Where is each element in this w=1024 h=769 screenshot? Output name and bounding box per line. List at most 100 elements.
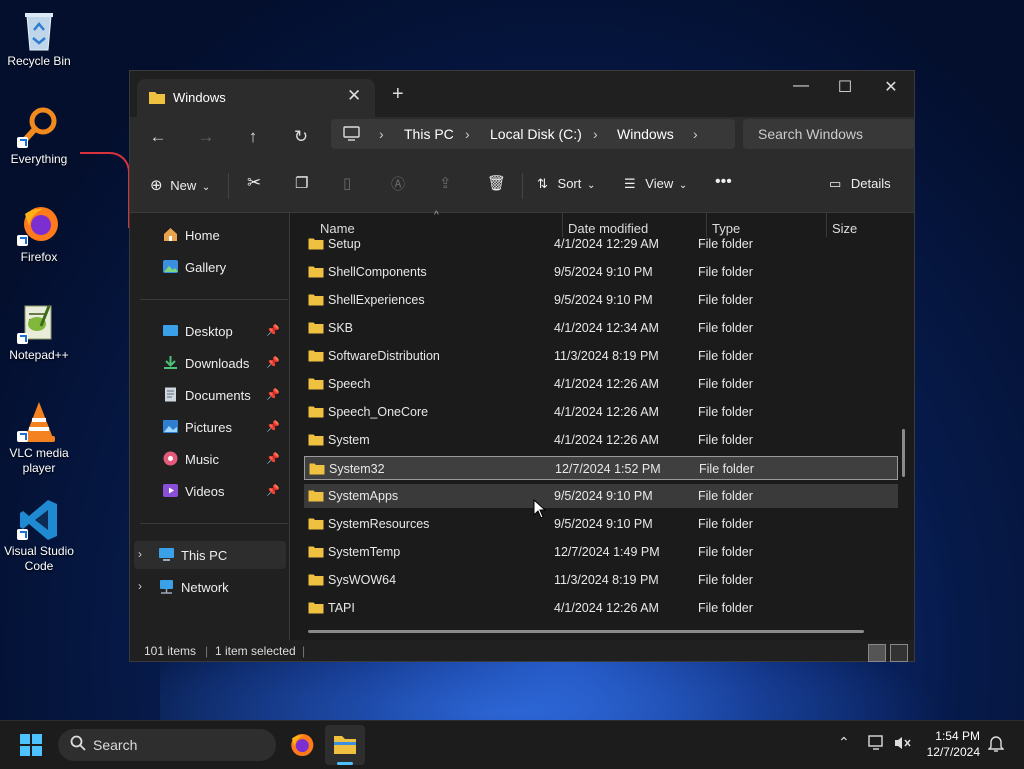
close-window-icon[interactable]: ✕ — [876, 77, 906, 97]
navigation-pane: Home Gallery Desktop 📌 Downloads 📌 Docum… — [130, 213, 290, 640]
search-box[interactable]: Search Windows — [743, 119, 915, 149]
back-arrow-icon[interactable]: ← — [146, 127, 170, 147]
breadcrumb-item[interactable]: Windows — [617, 126, 674, 142]
desktop-icon-recycle-bin[interactable]: Recycle Bin — [2, 8, 76, 69]
view-button[interactable]: ☰ View ⌄ — [624, 176, 687, 192]
copy-icon[interactable]: ❐ — [295, 174, 308, 192]
sidebar-item-music[interactable]: Music 📌 — [138, 445, 286, 473]
mouse-cursor-icon — [533, 498, 547, 524]
details-view-icon[interactable] — [868, 644, 886, 662]
file-name: Setup — [328, 237, 361, 251]
sidebar-item-gallery[interactable]: Gallery — [138, 253, 286, 281]
pin-icon[interactable]: 📌 — [266, 324, 280, 337]
desktop-icon-label: Recycle Bin — [7, 54, 71, 68]
desktop-icon-label: Firefox — [20, 250, 58, 264]
table-row[interactable]: System32 12/7/2024 1:52 PM File folder — [304, 456, 898, 480]
table-row[interactable]: SystemTemp 12/7/2024 1:49 PM File folder — [304, 540, 898, 564]
table-row[interactable]: SystemApps 9/5/2024 9:10 PM File folder — [304, 484, 898, 508]
share-icon[interactable]: ⇪ — [439, 174, 452, 192]
windows-start-icon[interactable] — [20, 734, 42, 761]
breadcrumb-item[interactable]: This PC — [404, 126, 454, 142]
table-row[interactable]: Speech_OneCore 4/1/2024 12:26 AM File fold… — [304, 400, 898, 424]
rename-icon[interactable]: Ⓐ — [391, 174, 405, 194]
sidebar-item-downloads[interactable]: Downloads 📌 — [138, 349, 286, 377]
tiles-view-icon[interactable] — [890, 644, 908, 662]
firefox-icon[interactable] — [288, 732, 314, 763]
folder-icon — [148, 90, 166, 110]
notepad-plus-plus-icon — [17, 302, 59, 344]
chevron-up-icon[interactable]: ⌃ — [838, 734, 850, 751]
close-tab-icon[interactable]: ✕ — [347, 86, 361, 106]
file-explorer-taskbar-button[interactable] — [325, 725, 365, 765]
table-row[interactable]: SoftwareDistribution 11/3/2024 8:19 PM Fil… — [304, 344, 898, 368]
table-row[interactable]: System 4/1/2024 12:26 AM File folder — [304, 428, 898, 452]
table-row[interactable]: TAPI 4/1/2024 12:26 AM File folder — [304, 596, 898, 620]
paste-icon[interactable]: ▯ — [343, 174, 351, 192]
desktop-icon-vlc[interactable]: VLC media player — [2, 400, 76, 476]
pin-icon[interactable]: 📌 — [266, 452, 280, 465]
table-row[interactable]: SKB 4/1/2024 12:34 AM File folder — [304, 316, 898, 340]
file-type: File folder — [698, 573, 753, 587]
table-row[interactable]: SysWOW64 11/3/2024 8:19 PM File folder — [304, 568, 898, 592]
refresh-icon[interactable]: ↻ — [289, 127, 313, 147]
more-options-icon[interactable]: ••• — [715, 173, 732, 191]
selection-count: 1 item selected — [215, 644, 296, 658]
date-modified: 11/3/2024 8:19 PM — [554, 349, 659, 363]
sidebar-item-videos[interactable]: Videos 📌 — [138, 477, 286, 505]
new-button[interactable]: ⊕ New ⌄ — [150, 176, 210, 194]
taskbar-search[interactable]: Search — [58, 729, 276, 761]
network-status-icon[interactable] — [868, 735, 886, 756]
desktop-icon-everything[interactable]: Everything — [2, 106, 76, 167]
divider — [140, 299, 288, 300]
chevron-right-icon: › — [693, 126, 698, 142]
up-arrow-icon[interactable]: ↑ — [241, 127, 265, 147]
details-button[interactable]: ▭ Details — [829, 176, 891, 192]
sidebar-item-network[interactable]: › Network — [134, 573, 286, 601]
pin-icon[interactable]: 📌 — [266, 484, 280, 497]
folder-icon — [309, 462, 325, 478]
vertical-scrollbar[interactable] — [902, 429, 905, 477]
pin-icon[interactable]: 📌 — [266, 356, 280, 369]
file-explorer-window: Windows ✕ + — ☐ ✕ ← → ↑ ↻ › This PC › Lo… — [129, 70, 915, 662]
folder-icon — [308, 545, 324, 561]
folder-icon — [308, 293, 324, 309]
maximize-icon[interactable]: ☐ — [830, 77, 860, 97]
sidebar-item-label: Videos — [185, 484, 225, 499]
sidebar-item-desktop[interactable]: Desktop 📌 — [138, 317, 286, 345]
file-type: File folder — [698, 265, 753, 279]
sidebar-item-pictures[interactable]: Pictures 📌 — [138, 413, 286, 441]
sidebar-item-home[interactable]: Home — [138, 221, 286, 249]
folder-icon — [308, 377, 324, 393]
chevron-right-icon[interactable]: › — [138, 547, 142, 561]
desktop-icon-firefox[interactable]: Firefox — [2, 204, 76, 265]
table-row[interactable]: ShellExperiences 9/5/2024 9:10 PM File fol… — [304, 288, 898, 312]
sidebar-item-label: Gallery — [185, 260, 227, 275]
volume-muted-icon[interactable] — [894, 735, 912, 756]
sort-button[interactable]: ⇅ Sort ⌄ — [537, 176, 595, 192]
table-row[interactable]: ShellComponents 9/5/2024 9:10 PM File fold… — [304, 260, 898, 284]
forward-arrow-icon[interactable]: → — [194, 127, 218, 147]
new-tab-icon[interactable]: + — [392, 83, 404, 106]
pin-icon[interactable]: 📌 — [266, 420, 280, 433]
date-modified: 9/5/2024 9:10 PM — [554, 293, 653, 307]
pin-icon[interactable]: 📌 — [266, 388, 280, 401]
notification-bell-icon[interactable] — [987, 735, 1005, 758]
clock-time[interactable]: 1:54 PM — [912, 729, 980, 743]
address-bar[interactable]: › This PC › Local Disk (C:) › Windows › — [331, 119, 735, 149]
breadcrumb-item[interactable]: Local Disk (C:) — [490, 126, 582, 142]
file-name: System — [328, 433, 370, 447]
tab-windows[interactable]: Windows ✕ — [137, 79, 375, 117]
desktop-icon-vscode[interactable]: Visual Studio Code — [2, 498, 76, 574]
delete-icon[interactable]: 🗑 — [487, 174, 506, 192]
table-row[interactable]: SystemResources 9/5/2024 9:10 PM File fold… — [304, 512, 898, 536]
chevron-right-icon[interactable]: › — [138, 579, 142, 593]
horizontal-scrollbar[interactable] — [308, 630, 864, 633]
cut-icon[interactable]: ✂ — [247, 173, 261, 193]
minimize-icon[interactable]: — — [786, 77, 816, 95]
table-row[interactable]: Setup 4/1/2024 12:29 AM File folder — [304, 232, 898, 256]
desktop-icon-notepadpp[interactable]: Notepad++ — [2, 302, 76, 363]
table-row[interactable]: Speech 4/1/2024 12:26 AM File folder — [304, 372, 898, 396]
clock-date[interactable]: 12/7/2024 — [912, 745, 980, 759]
sidebar-item-this-pc[interactable]: › This PC — [134, 541, 286, 569]
sidebar-item-documents[interactable]: Documents 📌 — [138, 381, 286, 409]
